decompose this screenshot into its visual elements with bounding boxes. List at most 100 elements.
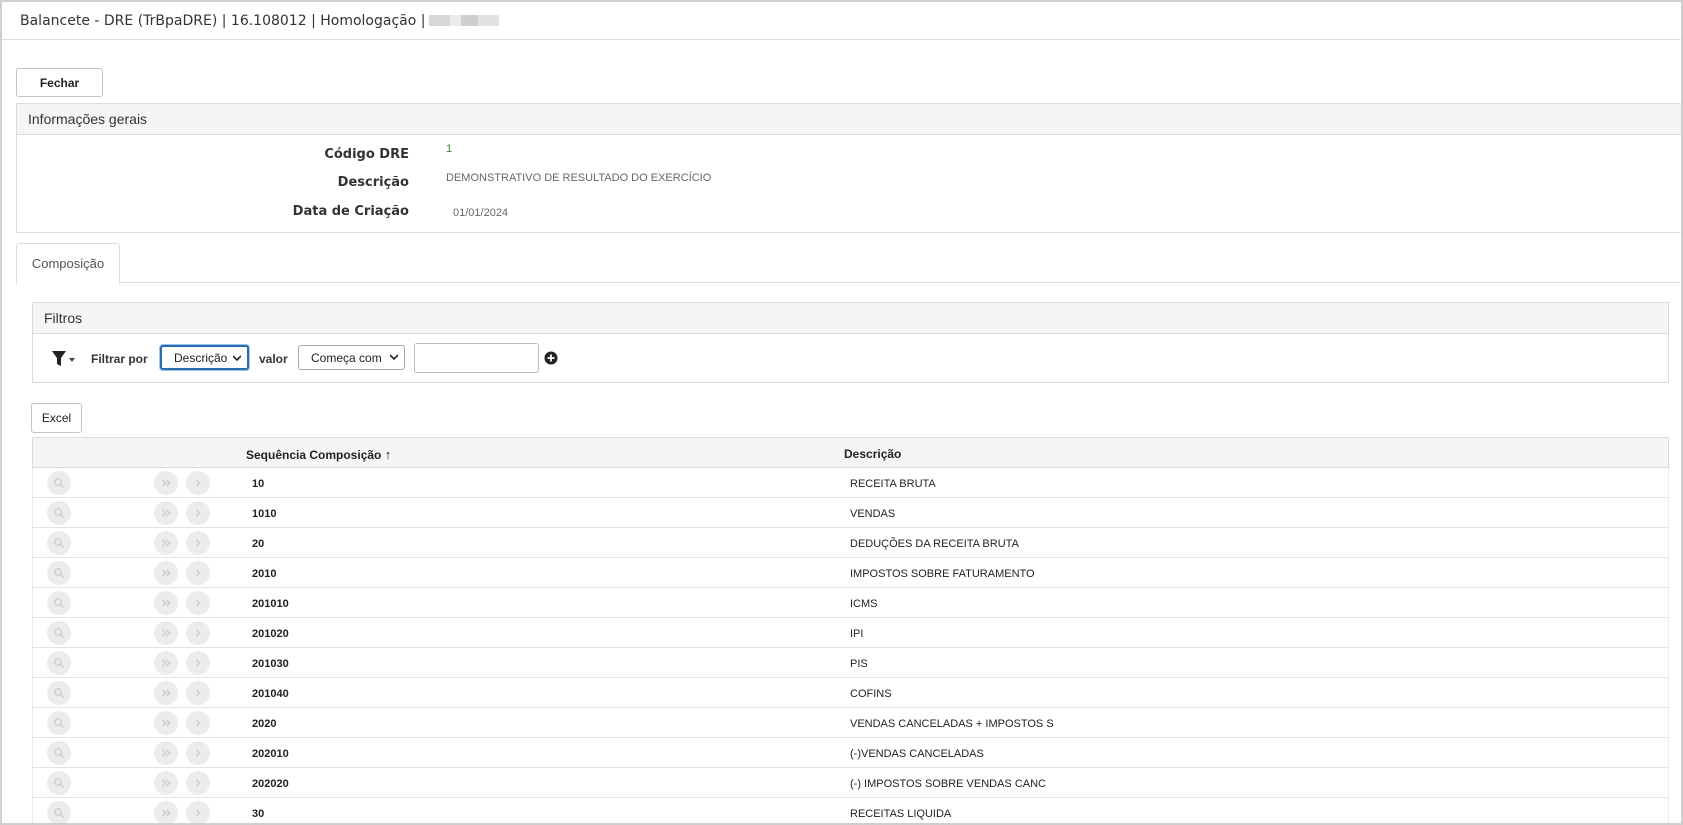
chevron-down-icon (233, 355, 241, 362)
table-row[interactable]: 202010 (-)VENDAS CANCELADAS (32, 738, 1669, 768)
filters-panel: Filtros Filtrar por Descrição valor Come… (32, 302, 1669, 383)
chevron-down-icon (390, 354, 398, 361)
cell-sequence: 2020 (252, 718, 277, 730)
excel-export-button[interactable]: Excel (31, 403, 82, 433)
table-row[interactable]: 20 DEDUÇÕES DA RECEITA BRUTA (32, 528, 1669, 558)
expand-row-icon[interactable] (186, 801, 210, 823)
expand-row-icon[interactable] (186, 561, 210, 585)
table-row[interactable]: 201040 COFINS (32, 678, 1669, 708)
expand-row-icon[interactable] (186, 651, 210, 675)
view-details-icon[interactable] (47, 621, 71, 645)
cell-description: (-) IMPOSTOS SOBRE VENDAS CANC (850, 778, 1046, 790)
composition-grid: Sequência Composição ↑ Descrição 10 RECEI… (32, 437, 1669, 823)
view-details-icon[interactable] (47, 501, 71, 525)
filter-funnel-icon[interactable] (51, 349, 77, 369)
expand-all-icon[interactable] (154, 561, 178, 585)
grid-body: 10 RECEITA BRUTA 1010 VENDAS 20 DEDUÇÕES DA R… (32, 468, 1669, 823)
column-header-sequence-label: Sequência Composição (246, 448, 382, 462)
redacted-username (429, 15, 500, 26)
expand-all-icon[interactable] (154, 621, 178, 645)
cell-sequence: 201030 (252, 658, 289, 670)
view-details-icon[interactable] (47, 651, 71, 675)
close-button[interactable]: Fechar (16, 68, 103, 97)
cell-description: IMPOSTOS SOBRE FATURAMENTO (850, 568, 1035, 580)
table-row[interactable]: 201020 IPI (32, 618, 1669, 648)
field-label: Código DRE (324, 147, 409, 162)
cell-description: RECEITA BRUTA (850, 478, 936, 490)
tab-bar: Composição (16, 243, 1681, 284)
table-row[interactable]: 2010 IMPOSTOS SOBRE FATURAMENTO (32, 558, 1669, 588)
expand-row-icon[interactable] (186, 711, 210, 735)
general-info-panel: Informações gerais Código DRE 1 Descriçã… (16, 103, 1681, 233)
filter-by-label: Filtrar por (91, 352, 148, 366)
grid-header: Sequência Composição ↑ Descrição (32, 437, 1669, 468)
column-header-sequence[interactable]: Sequência Composição ↑ (246, 447, 391, 462)
view-details-icon[interactable] (47, 531, 71, 555)
view-details-icon[interactable] (47, 711, 71, 735)
expand-row-icon[interactable] (186, 771, 210, 795)
cell-sequence: 201010 (252, 598, 289, 610)
tab-composicao[interactable]: Composição (16, 243, 120, 284)
field-creation-date: Data de Criação 01/01/2024 (17, 197, 1681, 219)
view-details-icon[interactable] (47, 741, 71, 765)
filter-field-select[interactable]: Descrição (160, 345, 249, 370)
expand-all-icon[interactable] (154, 681, 178, 705)
view-details-icon[interactable] (47, 771, 71, 795)
cell-sequence: 2010 (252, 568, 277, 580)
cell-description: IPI (850, 628, 864, 640)
view-details-icon[interactable] (47, 801, 71, 823)
expand-row-icon[interactable] (186, 591, 210, 615)
cell-sequence: 202020 (252, 778, 289, 790)
expand-row-icon[interactable] (186, 471, 210, 495)
field-dre-code: Código DRE 1 (17, 140, 1681, 162)
field-label: Descrição (337, 175, 409, 190)
filter-row: Filtrar por Descrição valor Começa com (33, 343, 1668, 373)
table-row[interactable]: 30 RECEITAS LIQUIDA (32, 798, 1669, 823)
table-row[interactable]: 201010 ICMS (32, 588, 1669, 618)
cell-description: ICMS (850, 598, 878, 610)
table-row[interactable]: 201030 PIS (32, 648, 1669, 678)
expand-all-icon[interactable] (154, 591, 178, 615)
sort-ascending-icon: ↑ (384, 447, 392, 462)
expand-all-icon[interactable] (154, 531, 178, 555)
table-row[interactable]: 10 RECEITA BRUTA (32, 468, 1669, 498)
cell-description: COFINS (850, 688, 892, 700)
expand-row-icon[interactable] (186, 621, 210, 645)
view-details-icon[interactable] (47, 561, 71, 585)
expand-row-icon[interactable] (186, 531, 210, 555)
add-filter-icon[interactable] (544, 351, 558, 365)
expand-all-icon[interactable] (154, 741, 178, 765)
view-details-icon[interactable] (47, 681, 71, 705)
cell-description: (-)VENDAS CANCELADAS (850, 748, 984, 760)
cell-sequence: 202010 (252, 748, 289, 760)
view-details-icon[interactable] (47, 471, 71, 495)
table-row[interactable]: 202020 (-) IMPOSTOS SOBRE VENDAS CANC (32, 768, 1669, 798)
table-row[interactable]: 1010 VENDAS (32, 498, 1669, 528)
field-value: 1 (446, 143, 453, 155)
expand-row-icon[interactable] (186, 741, 210, 765)
window-title: Balancete - DRE (TrBpaDRE) | 16.108012 |… (20, 12, 426, 29)
filter-operator-select-value: Começa com (311, 350, 382, 365)
view-details-icon[interactable] (47, 591, 71, 615)
expand-all-icon[interactable] (154, 501, 178, 525)
table-row[interactable]: 2020 VENDAS CANCELADAS + IMPOSTOS S (32, 708, 1669, 738)
cell-description: DEDUÇÕES DA RECEITA BRUTA (850, 538, 1019, 550)
expand-all-icon[interactable] (154, 711, 178, 735)
cell-sequence: 10 (252, 478, 265, 490)
application-window: Balancete - DRE (TrBpaDRE) | 16.108012 |… (0, 0, 1683, 825)
expand-row-icon[interactable] (186, 681, 210, 705)
expand-all-icon[interactable] (154, 651, 178, 675)
expand-row-icon[interactable] (186, 501, 210, 525)
column-header-description[interactable]: Descrição (844, 447, 901, 461)
expand-all-icon[interactable] (154, 801, 178, 823)
filter-operator-select[interactable]: Começa com (298, 345, 405, 370)
expand-all-icon[interactable] (154, 771, 178, 795)
cell-description: VENDAS (850, 508, 896, 520)
filter-value-input[interactable] (414, 343, 539, 373)
cell-sequence: 201040 (252, 688, 289, 700)
cell-sequence: 201020 (252, 628, 289, 640)
value-label: valor (259, 352, 288, 366)
window-titlebar: Balancete - DRE (TrBpaDRE) | 16.108012 |… (2, 2, 1681, 40)
expand-all-icon[interactable] (154, 471, 178, 495)
cell-sequence: 30 (252, 808, 265, 820)
